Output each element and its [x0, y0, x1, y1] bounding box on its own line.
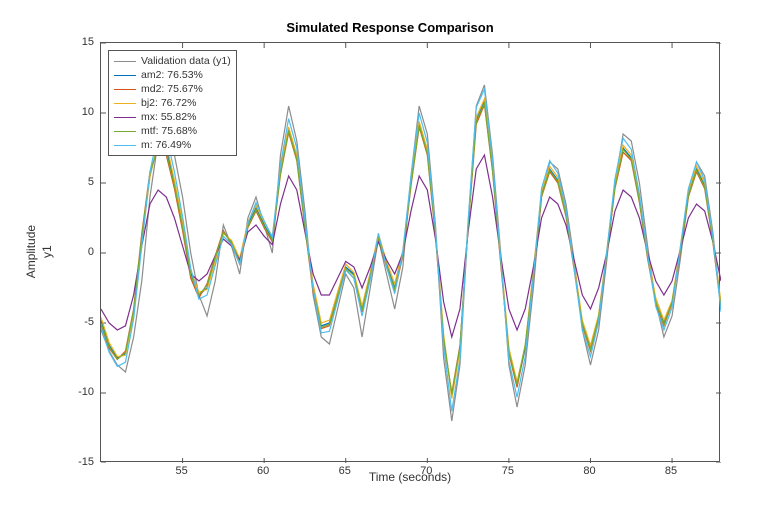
y-axis-label: Amplitude — [24, 225, 38, 278]
y-axis-sublabel: y1 — [40, 246, 54, 259]
legend-swatch — [114, 89, 136, 90]
y-tick-label: -15 — [54, 456, 94, 468]
y-tick-label: -10 — [54, 386, 94, 398]
legend-item[interactable]: m: 76.49% — [114, 138, 231, 152]
legend[interactable]: Validation data (y1) am2: 76.53% md2: 75.6… — [108, 50, 237, 156]
legend-swatch — [114, 103, 136, 104]
legend-label: m: 76.49% — [141, 139, 191, 151]
y-axis-label-group: Amplitude y1 — [30, 42, 50, 462]
y-tick-label: 0 — [54, 246, 94, 258]
chart-title: Simulated Response Comparison — [0, 20, 780, 35]
legend-label: bj2: 76.72% — [141, 97, 196, 109]
legend-item[interactable]: mx: 55.82% — [114, 110, 231, 124]
legend-label: mx: 55.82% — [141, 111, 196, 123]
y-tick-label: 15 — [54, 36, 94, 48]
legend-item[interactable]: bj2: 76.72% — [114, 96, 231, 110]
legend-swatch — [114, 145, 136, 146]
legend-swatch — [114, 75, 136, 76]
legend-label: mtf: 75.68% — [141, 125, 197, 137]
legend-swatch — [114, 131, 136, 132]
legend-item[interactable]: am2: 76.53% — [114, 68, 231, 82]
legend-label: md2: 75.67% — [141, 83, 203, 95]
legend-swatch — [114, 61, 136, 62]
legend-label: Validation data (y1) — [141, 55, 231, 67]
legend-label: am2: 76.53% — [141, 69, 203, 81]
y-tick-label: 5 — [54, 176, 94, 188]
x-axis-label: Time (seconds) — [100, 470, 720, 484]
legend-item[interactable]: mtf: 75.68% — [114, 124, 231, 138]
legend-item[interactable]: md2: 75.67% — [114, 82, 231, 96]
y-tick-label: -5 — [54, 316, 94, 328]
y-tick-label: 10 — [54, 106, 94, 118]
legend-swatch — [114, 117, 136, 118]
figure: Simulated Response Comparison Amplitude … — [0, 0, 780, 520]
legend-item[interactable]: Validation data (y1) — [114, 54, 231, 68]
